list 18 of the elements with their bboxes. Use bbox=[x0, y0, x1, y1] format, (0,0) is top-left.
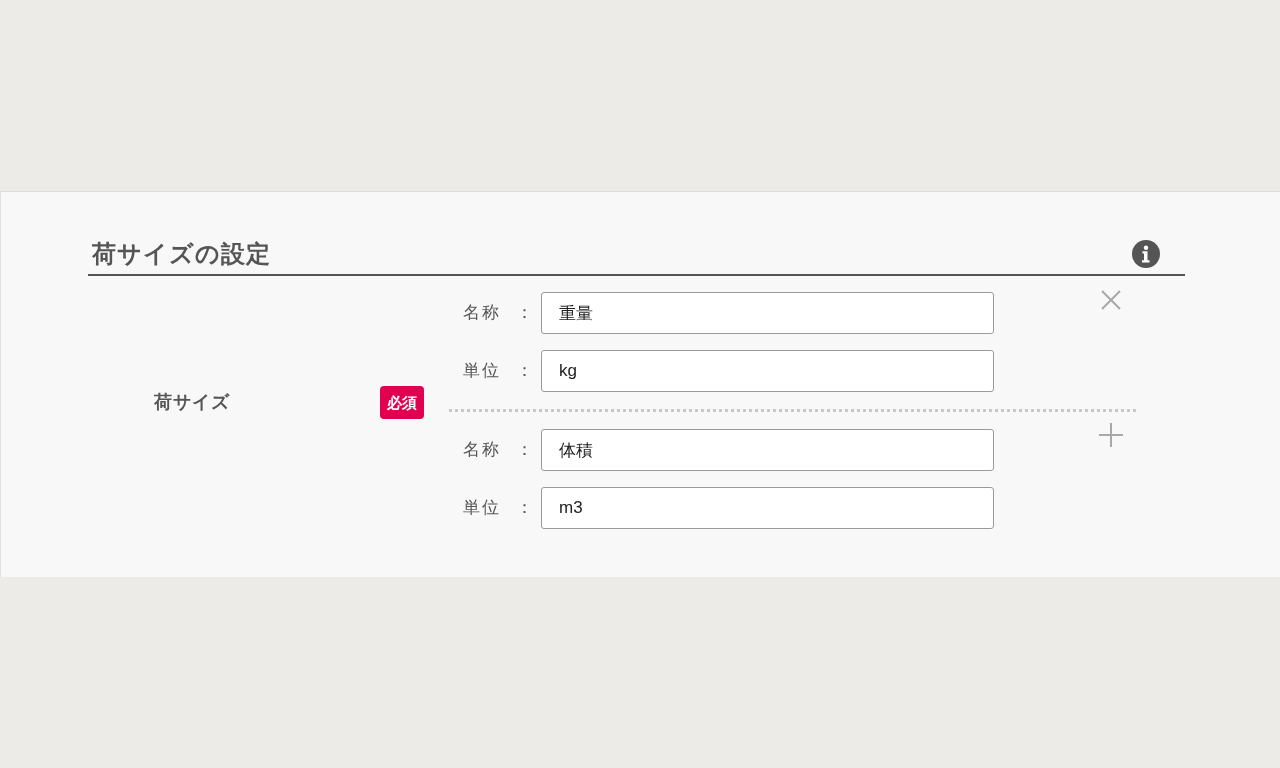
label-colon: ： bbox=[516, 302, 533, 325]
plus-icon[interactable] bbox=[1099, 423, 1123, 447]
text-input-field[interactable]: 重量 bbox=[541, 292, 994, 334]
field-label: 荷サイズ bbox=[154, 392, 230, 412]
field-label: 単位 bbox=[463, 360, 502, 383]
text-input-field[interactable]: m3 bbox=[541, 487, 994, 529]
field-label: 単位 bbox=[463, 497, 502, 520]
info-icon[interactable] bbox=[1132, 240, 1160, 268]
section-title: 荷サイズの設定 bbox=[92, 239, 271, 269]
field-label: 名称 bbox=[463, 439, 502, 462]
label-colon: ： bbox=[516, 497, 533, 520]
text-input-field[interactable]: kg bbox=[541, 350, 994, 392]
label-colon: ： bbox=[516, 439, 533, 462]
label-colon: ： bbox=[516, 360, 533, 383]
close-icon[interactable] bbox=[1101, 290, 1121, 310]
text-input-field[interactable]: 体積 bbox=[541, 429, 994, 471]
field-label: 名称 bbox=[463, 302, 502, 325]
required-badge: 必須 bbox=[380, 386, 424, 419]
